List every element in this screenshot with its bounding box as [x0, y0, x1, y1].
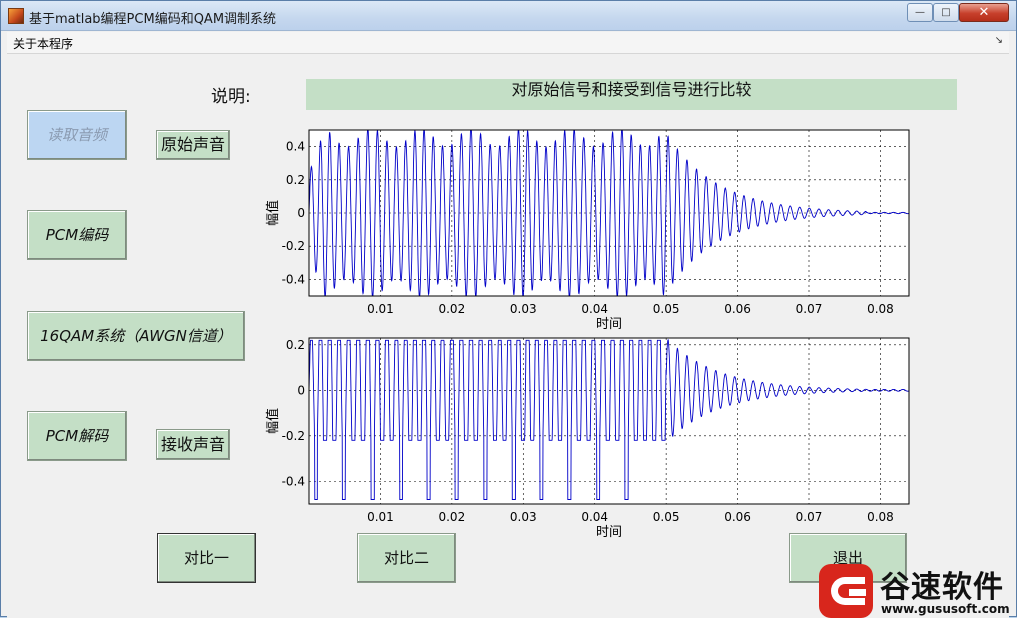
description-box: 对原始信号和接受到信号进行比较: [306, 79, 957, 110]
y-tick-label: -0.4: [282, 272, 305, 286]
x-tick-label: 0.01: [367, 510, 394, 524]
app-window: 基于matlab编程PCM编码和QAM调制系统 — □ ✕ 关于本程序 ↘ 说明…: [0, 0, 1017, 618]
window-title: 基于matlab编程PCM编码和QAM调制系统: [29, 12, 277, 27]
qam-system-button[interactable]: 16QAM系统（AWGN信道）: [27, 311, 245, 361]
y-tick-label: -0.4: [282, 474, 305, 488]
y-tick-label: -0.2: [282, 429, 305, 443]
received-signal-plot: 0.01 0.02 0.03 0.04 0.05 0.06 0.07 0.08 0.2 0 -0.2…: [257, 333, 917, 540]
watermark-url: www.gususoft.com: [881, 602, 1010, 616]
x-tick-label: 0.06: [724, 510, 751, 524]
x-tick-label: 0.05: [653, 510, 680, 524]
y-tick-label: 0: [297, 383, 305, 397]
received-sound-button[interactable]: 接收声音: [156, 429, 230, 460]
x-tick-label: 0.05: [653, 302, 680, 316]
x-tick-label: 0.01: [367, 302, 394, 316]
read-audio-button[interactable]: 读取音频: [27, 110, 127, 160]
menu-item-about[interactable]: 关于本程序: [13, 35, 73, 52]
x-tick-label: 0.02: [438, 302, 465, 316]
matlab-icon: [8, 8, 24, 24]
title-bar[interactable]: 基于matlab编程PCM编码和QAM调制系统 — □ ✕: [1, 1, 1016, 31]
compare-two-button[interactable]: 对比二: [357, 533, 456, 583]
x-tick-label: 0.07: [796, 302, 823, 316]
x-tick-label: 0.06: [724, 302, 751, 316]
x-tick-label: 0.08: [867, 302, 894, 316]
maximize-button[interactable]: □: [933, 3, 959, 22]
original-signal-plot: 0.01 0.02 0.03 0.04 0.05 0.06 0.07 0.08 0.4 0.2 0 -…: [257, 125, 917, 332]
menu-overflow-icon[interactable]: ↘: [995, 35, 1003, 46]
x-tick-label: 0.08: [867, 510, 894, 524]
received-signal-chart: 0.01 0.02 0.03 0.04 0.05 0.06 0.07 0.08 0.2 0 -0.2…: [265, 337, 910, 540]
y-tick-label: -0.2: [282, 239, 305, 253]
x-tick-label: 0.03: [510, 302, 537, 316]
x-tick-label: 0.03: [510, 510, 537, 524]
menu-bar: 关于本程序 ↘: [7, 32, 1009, 54]
watermark: 谷速软件 www.gususoft.com: [819, 560, 1017, 618]
y-tick-label: 0.2: [286, 173, 305, 187]
original-sound-button[interactable]: 原始声音: [156, 130, 230, 160]
gususoft-logo-icon: [819, 564, 873, 618]
y-axis-label: 幅值: [265, 408, 281, 434]
x-tick-label: 0.07: [796, 510, 823, 524]
y-axis-label: 幅值: [265, 200, 281, 226]
pcm-encode-button[interactable]: PCM编码: [27, 210, 127, 260]
description-label: 说明:: [211, 87, 251, 107]
y-tick-label: 0: [297, 206, 305, 220]
compare-one-button[interactable]: 对比一: [157, 533, 256, 583]
x-tick-label: 0.04: [581, 510, 608, 524]
original-signal-chart: 0.01 0.02 0.03 0.04 0.05 0.06 0.07 0.08 0.4 0.2 0 -…: [265, 129, 910, 332]
y-tick-label: 0.4: [286, 140, 305, 154]
main-panel: 说明: 对原始信号和接受到信号进行比较 读取音频 原始声音 PCM编码 16QA…: [7, 55, 1009, 618]
pcm-decode-button[interactable]: PCM解码: [27, 411, 127, 461]
x-axis-label: 时间: [596, 317, 622, 332]
close-button[interactable]: ✕: [959, 3, 1009, 22]
x-tick-label: 0.02: [438, 510, 465, 524]
x-tick-label: 0.04: [581, 302, 608, 316]
minimize-button[interactable]: —: [907, 3, 933, 22]
y-tick-label: 0.2: [286, 338, 305, 352]
x-axis-label: 时间: [596, 525, 622, 540]
watermark-name: 谷速软件: [880, 570, 1004, 605]
